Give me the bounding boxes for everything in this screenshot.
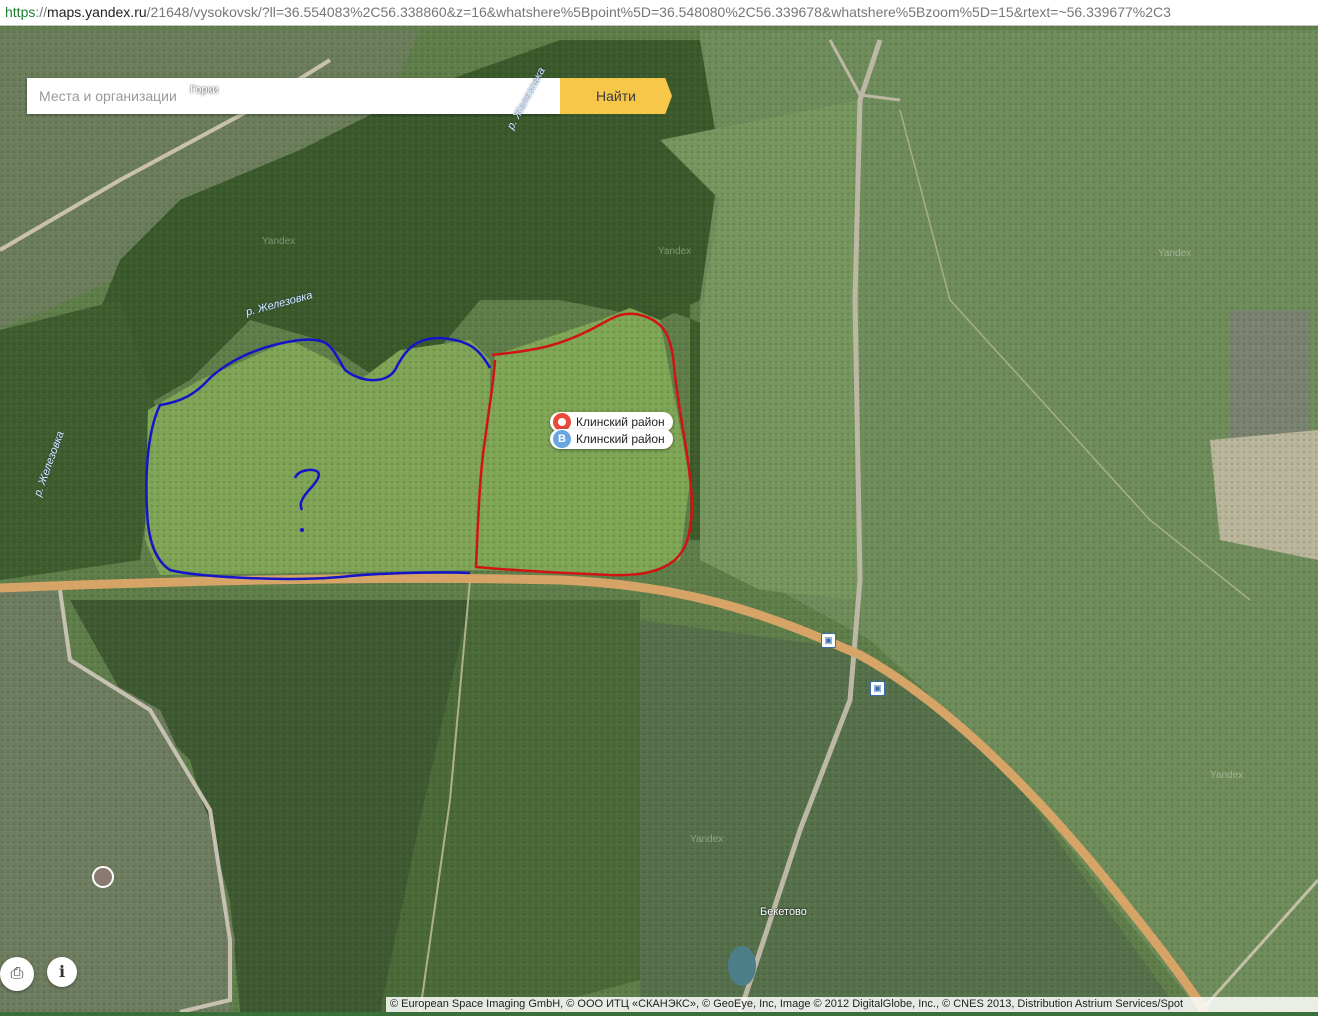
watermark: Yandex bbox=[658, 246, 692, 257]
place-pin-icon[interactable] bbox=[92, 866, 114, 888]
url-separator: :// bbox=[35, 4, 48, 20]
search-button[interactable]: Найти bbox=[560, 78, 672, 114]
copyright-text: © European Space Imaging GmbH, © ООО ИТЦ… bbox=[386, 997, 1318, 1012]
search-bar: Найти bbox=[27, 78, 672, 114]
satellite-imagery bbox=[0, 26, 1318, 1012]
watermark: Yandex bbox=[690, 834, 724, 845]
bus-stop-icon[interactable]: ▣ bbox=[870, 681, 885, 696]
taskbar-strip bbox=[0, 1012, 1318, 1016]
village-label-top: Горки bbox=[190, 84, 219, 96]
address-bar[interactable]: https://maps.yandex.ru/21648/vysokovsk/?… bbox=[0, 0, 1318, 26]
url-scheme: https bbox=[5, 4, 36, 20]
info-icon: i bbox=[58, 962, 66, 981]
url-host: maps.yandex.ru bbox=[47, 4, 147, 20]
print-button[interactable]: ⎙ bbox=[0, 957, 34, 991]
marker-b[interactable]: B Клинский район bbox=[550, 429, 673, 449]
watermark: Yandex bbox=[262, 236, 296, 247]
bus-stop-icon[interactable]: ▣ bbox=[821, 633, 836, 648]
print-icon: ⎙ bbox=[10, 965, 24, 982]
watermark: Yandex bbox=[1158, 248, 1192, 259]
info-button[interactable]: i bbox=[47, 957, 77, 987]
marker-a-label: Клинский район bbox=[576, 415, 665, 429]
map-canvas[interactable]: Найти Горки р. Железовка р. Железовка р.… bbox=[0, 26, 1318, 1012]
marker-b-icon: B bbox=[553, 430, 571, 448]
search-input[interactable] bbox=[27, 78, 560, 114]
village-label-bottom: Бекетово bbox=[760, 906, 807, 918]
watermark: Yandex bbox=[1210, 770, 1244, 781]
marker-b-label: Клинский район bbox=[576, 432, 665, 446]
url-path: /21648/vysokovsk/?ll=36.554083%2C56.3388… bbox=[146, 4, 1171, 20]
annotation-question: ? bbox=[292, 466, 293, 467]
url-text[interactable]: https://maps.yandex.ru/21648/vysokovsk/?… bbox=[5, 4, 1305, 20]
